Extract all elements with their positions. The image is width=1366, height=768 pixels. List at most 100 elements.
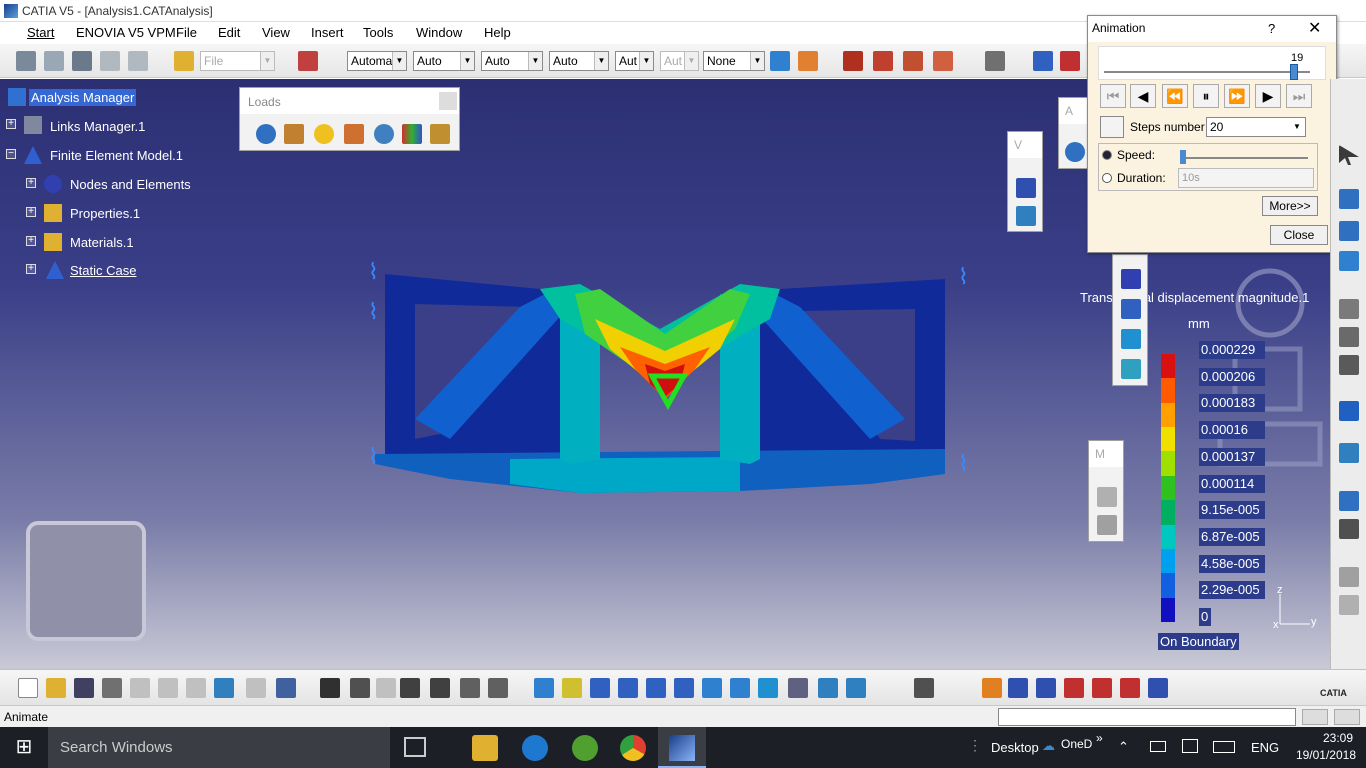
pressure-icon[interactable] xyxy=(256,124,276,144)
tools-icon[interactable] xyxy=(298,51,318,71)
bug3-icon[interactable] xyxy=(903,51,923,71)
blue-tool7-icon[interactable] xyxy=(1036,678,1056,698)
force-icon[interactable] xyxy=(284,124,304,144)
file-combo[interactable]: File ▼ xyxy=(200,51,275,71)
combo-3[interactable]: Auto ▼ xyxy=(481,51,543,71)
speed-slider-thumb[interactable] xyxy=(1180,150,1186,164)
catia-task-button[interactable] xyxy=(658,727,706,768)
language-indicator[interactable]: ENG xyxy=(1251,740,1279,755)
desktop-toolbar[interactable]: Desktop xyxy=(991,740,1039,755)
menu-window[interactable]: Window xyxy=(416,25,462,40)
blue-cube-icon[interactable] xyxy=(1008,678,1028,698)
gray-tool3-icon[interactable] xyxy=(1339,355,1359,375)
bearing-icon[interactable] xyxy=(344,124,364,144)
red-tool3-icon[interactable] xyxy=(1092,678,1112,698)
bug2-icon[interactable] xyxy=(873,51,893,71)
chevrons-icon[interactable]: » xyxy=(1096,731,1103,745)
product-icon[interactable] xyxy=(16,51,36,71)
tree-root[interactable]: Analysis Manager xyxy=(29,89,137,106)
help-icon[interactable]: ? xyxy=(1268,21,1275,36)
status-btn-1[interactable] xyxy=(1302,709,1328,725)
combo-4[interactable]: Auto ▼ xyxy=(549,51,609,71)
orange-tool-icon[interactable] xyxy=(982,678,1002,698)
menu-help[interactable]: Help xyxy=(484,25,511,40)
spec-tree-icon[interactable] xyxy=(914,678,934,698)
battery-icon[interactable] xyxy=(1150,741,1166,752)
mesh-icon[interactable] xyxy=(1097,487,1117,507)
windows-start-icon[interactable]: ⊞ xyxy=(0,727,48,768)
chrome-icon[interactable] xyxy=(620,735,646,761)
comment-icon[interactable] xyxy=(350,678,370,698)
collapse-icon[interactable]: − xyxy=(6,149,16,159)
gray-tool2-icon[interactable] xyxy=(1339,327,1359,347)
blue-tool6-icon[interactable] xyxy=(1339,491,1359,511)
normal-view-icon[interactable] xyxy=(702,678,722,698)
blue-tool-icon[interactable] xyxy=(1033,51,1053,71)
moment-icon[interactable] xyxy=(314,124,334,144)
tree2-icon[interactable] xyxy=(430,678,450,698)
duration-field[interactable]: 10s xyxy=(1178,168,1314,188)
tree-item-nodes[interactable]: Nodes and Elements xyxy=(70,177,191,192)
object-icon[interactable] xyxy=(44,51,64,71)
tray-up-icon[interactable]: ⌃ xyxy=(1118,739,1129,755)
blue-pin-icon[interactable] xyxy=(1339,189,1359,209)
gray-tool5-icon[interactable] xyxy=(1339,567,1359,587)
blue-tool5-icon[interactable] xyxy=(1339,443,1359,463)
utorrent-icon[interactable] xyxy=(572,735,598,761)
grid-icon[interactable] xyxy=(72,51,92,71)
menu-edit[interactable]: Edit xyxy=(218,25,240,40)
image4-icon[interactable] xyxy=(1121,359,1141,379)
zoom-out-icon[interactable] xyxy=(674,678,694,698)
whats-this-icon[interactable] xyxy=(276,678,296,698)
blue-tool2-icon[interactable] xyxy=(1339,221,1359,241)
gray-tool6-icon[interactable] xyxy=(1339,595,1359,615)
play-button[interactable]: ▶ xyxy=(1255,84,1281,108)
close-icon[interactable] xyxy=(439,92,457,110)
clock-date[interactable]: 19/01/2018 xyxy=(1286,748,1356,762)
menu-file[interactable]: File xyxy=(176,25,197,40)
file-explorer-icon[interactable] xyxy=(472,735,498,761)
search-box[interactable]: Search Windows xyxy=(48,727,390,768)
tree-item-materials[interactable]: Materials.1 xyxy=(70,235,134,250)
paste-icon[interactable] xyxy=(186,678,206,698)
bug-icon[interactable] xyxy=(843,51,863,71)
tree-item-fem[interactable]: Finite Element Model.1 xyxy=(50,148,183,163)
rotate-icon[interactable] xyxy=(618,678,638,698)
expand-icon[interactable]: + xyxy=(26,207,36,217)
last-frame-button[interactable]: ⏭ xyxy=(1286,84,1312,108)
duration-radio[interactable] xyxy=(1102,173,1112,183)
pin-icon[interactable] xyxy=(376,678,396,698)
step-back-button[interactable]: ◀ xyxy=(1130,84,1156,108)
print-icon[interactable] xyxy=(102,678,122,698)
close-icon[interactable]: ✕ xyxy=(1308,18,1321,38)
menu-view[interactable]: View xyxy=(262,25,290,40)
formula-icon[interactable] xyxy=(320,678,340,698)
image3-icon[interactable] xyxy=(1121,329,1141,349)
view-icon[interactable] xyxy=(1016,178,1036,198)
notification-icon[interactable] xyxy=(1182,739,1198,753)
task-view-icon[interactable] xyxy=(404,737,426,757)
status-btn-2[interactable] xyxy=(1334,709,1360,725)
menu-insert[interactable]: Insert xyxy=(311,25,344,40)
lock-icon[interactable] xyxy=(460,678,480,698)
blue-tool8-icon[interactable] xyxy=(1148,678,1168,698)
pan-icon[interactable] xyxy=(590,678,610,698)
pause-button[interactable]: ⏸ xyxy=(1193,84,1219,108)
red-tool2-icon[interactable] xyxy=(1064,678,1084,698)
menu-tools[interactable]: Tools xyxy=(363,25,393,40)
shading-icon[interactable] xyxy=(788,678,808,698)
analysis-icon[interactable] xyxy=(1065,142,1085,162)
blue-tool4-icon[interactable] xyxy=(1339,401,1359,421)
edge-icon[interactable] xyxy=(522,735,548,761)
more-button[interactable]: More>> xyxy=(1262,196,1318,216)
brush-icon[interactable] xyxy=(770,51,790,71)
speed-slider[interactable] xyxy=(1180,157,1308,159)
combo-2[interactable]: Auto ▼ xyxy=(413,51,475,71)
prev-button[interactable]: ⏪ xyxy=(1162,84,1188,108)
close-button[interactable]: Close xyxy=(1270,225,1328,245)
expand-icon[interactable]: + xyxy=(26,236,36,246)
rotation-icon[interactable] xyxy=(374,124,394,144)
deform-icon[interactable] xyxy=(1016,206,1036,226)
steps-select[interactable]: 20 ▼ xyxy=(1206,117,1306,137)
image-icon[interactable] xyxy=(1121,269,1141,289)
